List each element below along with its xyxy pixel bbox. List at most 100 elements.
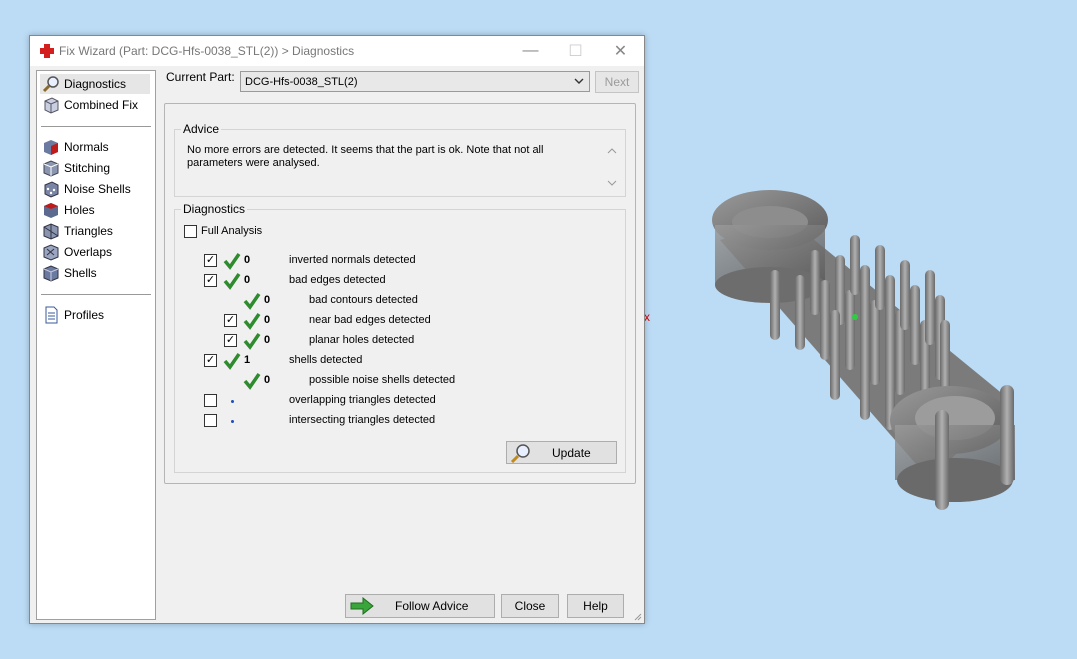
intersecting-triangles-label: intersecting triangles detected bbox=[289, 414, 436, 426]
checkmark-icon bbox=[223, 353, 241, 370]
near-bad-edges-count: 0 bbox=[264, 314, 271, 326]
magnifier-icon bbox=[42, 76, 59, 93]
planar-holes-checkbox[interactable]: ✓ bbox=[224, 334, 237, 347]
minimize-icon: — bbox=[522, 42, 539, 59]
bad-edges-checkbox[interactable]: ✓ bbox=[204, 274, 217, 287]
next-button[interactable]: Next bbox=[595, 71, 639, 93]
shells-label: shells detected bbox=[289, 354, 363, 366]
nav-item-overlaps[interactable]: Overlaps bbox=[40, 242, 150, 262]
advice-scrollbar[interactable] bbox=[605, 144, 619, 190]
holes-icon bbox=[44, 203, 58, 218]
planar-holes-label: planar holes detected bbox=[309, 334, 415, 346]
full-analysis-checkbox[interactable] bbox=[184, 225, 197, 238]
document-icon bbox=[45, 306, 58, 324]
checkmark-icon bbox=[243, 313, 261, 330]
nav-item-label: Combined Fix bbox=[64, 98, 139, 112]
near-bad-edges-checkbox[interactable]: ✓ bbox=[224, 314, 237, 327]
pending-dot-icon bbox=[231, 420, 234, 423]
diagnostics-page: Advice No more errors are detected. It s… bbox=[164, 103, 636, 484]
magnifier-icon bbox=[510, 443, 530, 463]
nav-item-stitching[interactable]: Stitching bbox=[40, 158, 150, 178]
update-button[interactable]: Update bbox=[506, 441, 617, 464]
nav-item-diagnostics[interactable]: Diagnostics bbox=[40, 74, 150, 94]
nav-divider bbox=[41, 126, 151, 127]
triangles-icon bbox=[43, 223, 59, 240]
inverted-normals-count: 0 bbox=[244, 254, 251, 266]
overlapping-triangles-label: overlapping triangles detected bbox=[289, 394, 436, 406]
close-button[interactable]: Close bbox=[501, 594, 559, 618]
near-bad-edges-label: near bad edges detected bbox=[309, 314, 431, 326]
nav-item-label: Holes bbox=[64, 203, 95, 217]
advice-title: Advice bbox=[181, 122, 222, 136]
bad-edges-count: 0 bbox=[244, 274, 251, 286]
current-part-dropdown[interactable]: DCG-Hfs-0038_STL(2) bbox=[240, 71, 590, 92]
cube-icon bbox=[44, 97, 59, 114]
green-arrow-icon bbox=[350, 597, 374, 615]
window-title: Fix Wizard (Part: DCG-Hfs-0038_STL(2)) >… bbox=[59, 44, 355, 58]
nav-item-shells[interactable]: Shells bbox=[40, 263, 150, 283]
nav-item-combined-fix[interactable]: Combined Fix bbox=[40, 95, 150, 115]
planar-holes-count: 0 bbox=[264, 334, 271, 346]
nav-item-normals[interactable]: Normals bbox=[40, 137, 150, 157]
shells-count: 1 bbox=[244, 354, 251, 366]
nav-item-triangles[interactable]: Triangles bbox=[40, 221, 150, 241]
3d-part-model[interactable] bbox=[700, 180, 1040, 530]
bad-contours-count: 0 bbox=[264, 294, 271, 306]
current-part-label: Current Part: bbox=[166, 70, 235, 84]
diagnostics-group: Diagnostics Full Analysis ✓ 0 inverted n… bbox=[174, 202, 626, 473]
nav-item-label: Noise Shells bbox=[64, 182, 131, 196]
follow-advice-button[interactable]: Follow Advice bbox=[345, 594, 495, 618]
update-button-label: Update bbox=[552, 445, 591, 460]
checkmark-icon bbox=[243, 373, 261, 390]
noise-shells-label: possible noise shells detected bbox=[309, 374, 456, 386]
nav-item-label: Normals bbox=[64, 140, 109, 154]
inverted-normals-label: inverted normals detected bbox=[289, 254, 416, 266]
red-cross-icon bbox=[40, 44, 54, 58]
nav-item-label: Profiles bbox=[64, 308, 105, 322]
help-button[interactable]: Help bbox=[567, 594, 624, 618]
bad-contours-label: bad contours detected bbox=[309, 294, 418, 306]
scroll-up-icon[interactable] bbox=[605, 144, 619, 158]
overlaps-icon bbox=[43, 244, 59, 261]
checkmark-icon bbox=[243, 293, 261, 310]
noise-shells-icon bbox=[44, 181, 59, 198]
follow-advice-label: Follow Advice bbox=[395, 599, 469, 613]
pending-dot-icon bbox=[231, 400, 234, 403]
nav-item-label: Triangles bbox=[64, 224, 113, 238]
shells-checkbox[interactable]: ✓ bbox=[204, 354, 217, 367]
diagnostics-title: Diagnostics bbox=[181, 202, 248, 216]
inverted-normals-checkbox[interactable]: ✓ bbox=[204, 254, 217, 267]
maximize-icon: ☐ bbox=[568, 43, 583, 60]
maximize-button[interactable]: ☐ bbox=[553, 36, 598, 66]
wizard-nav-panel: Diagnostics Combined Fix Normals Stitchi… bbox=[36, 70, 156, 620]
fix-wizard-window: Fix Wizard (Part: DCG-Hfs-0038_STL(2)) >… bbox=[29, 35, 645, 624]
intersecting-triangles-checkbox[interactable] bbox=[204, 414, 217, 427]
checkmark-icon bbox=[223, 273, 241, 290]
advice-group: Advice No more errors are detected. It s… bbox=[174, 122, 626, 197]
normals-icon bbox=[44, 140, 58, 155]
title-bar[interactable]: Fix Wizard (Part: DCG-Hfs-0038_STL(2)) >… bbox=[30, 36, 644, 66]
current-part-value: DCG-Hfs-0038_STL(2) bbox=[245, 75, 358, 88]
bad-edges-label: bad edges detected bbox=[289, 274, 386, 286]
shells-icon bbox=[43, 265, 59, 282]
nav-item-label: Diagnostics bbox=[64, 77, 127, 91]
overlapping-triangles-checkbox[interactable] bbox=[204, 394, 217, 407]
nav-item-profiles[interactable]: Profiles bbox=[40, 305, 150, 325]
close-window-button[interactable]: ✕ bbox=[598, 36, 643, 66]
minimize-button[interactable]: — bbox=[508, 36, 553, 66]
advice-text: No more errors are detected. It seems th… bbox=[187, 144, 544, 169]
checkmark-icon bbox=[243, 333, 261, 350]
nav-item-noise-shells[interactable]: Noise Shells bbox=[40, 179, 150, 199]
noise-shells-count: 0 bbox=[264, 374, 271, 386]
nav-item-label: Stitching bbox=[64, 161, 111, 175]
nav-item-label: Overlaps bbox=[64, 245, 113, 259]
nav-item-holes[interactable]: Holes bbox=[40, 200, 150, 220]
resize-grip-icon[interactable] bbox=[632, 611, 642, 621]
scroll-down-icon[interactable] bbox=[605, 176, 619, 190]
close-icon: ✕ bbox=[613, 43, 628, 60]
checkmark-icon bbox=[223, 253, 241, 270]
chevron-down-icon bbox=[574, 78, 584, 84]
nav-divider bbox=[41, 294, 151, 295]
nav-item-label: Shells bbox=[64, 266, 97, 280]
stitching-icon bbox=[43, 160, 59, 177]
